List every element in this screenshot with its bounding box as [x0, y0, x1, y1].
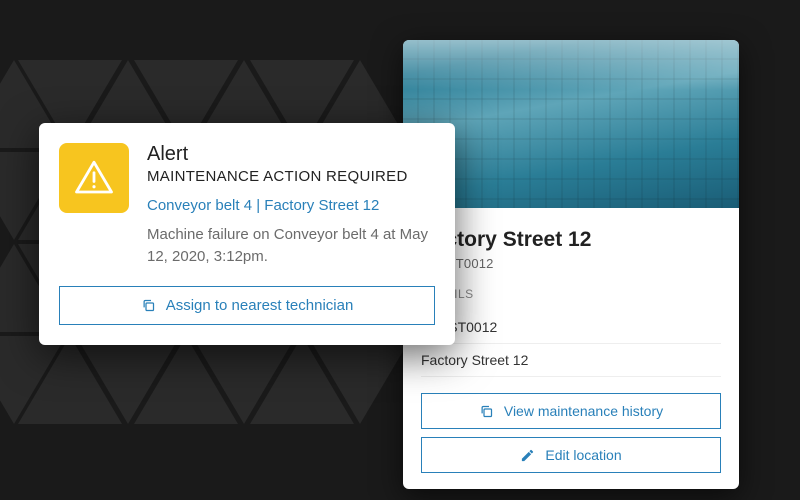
alert-header: Alert MAINTENANCE ACTION REQUIRED Convey… [59, 143, 435, 268]
location-detail-row: Factory Street 12 [421, 344, 721, 377]
alert-text-block: Alert MAINTENANCE ACTION REQUIRED Convey… [147, 143, 435, 268]
alert-card: Alert MAINTENANCE ACTION REQUIRED Convey… [39, 123, 455, 345]
copy-icon [479, 404, 494, 419]
location-section-label: DETAILS [421, 287, 721, 301]
location-code: FACST0012 [421, 256, 721, 271]
location-actions: View maintenance history Edit location [421, 393, 721, 473]
pencil-icon [520, 448, 535, 463]
button-label: View maintenance history [504, 403, 663, 419]
alert-subtitle: MAINTENANCE ACTION REQUIRED [147, 168, 435, 185]
copy-icon [141, 298, 156, 313]
alert-title: Alert [147, 143, 435, 166]
warning-icon [59, 143, 129, 213]
button-label: Edit location [545, 447, 621, 463]
location-title: Factory Street 12 [421, 228, 721, 252]
assign-technician-button[interactable]: Assign to nearest technician [59, 286, 435, 325]
alert-location-link[interactable]: Conveyor belt 4 | Factory Street 12 [147, 197, 435, 214]
button-label: Assign to nearest technician [166, 297, 354, 314]
view-maintenance-history-button[interactable]: View maintenance history [421, 393, 721, 429]
alert-description: Machine failure on Conveyor belt 4 at Ma… [147, 224, 435, 268]
location-detail-row: FACST0012 [421, 311, 721, 344]
edit-location-button[interactable]: Edit location [421, 437, 721, 473]
